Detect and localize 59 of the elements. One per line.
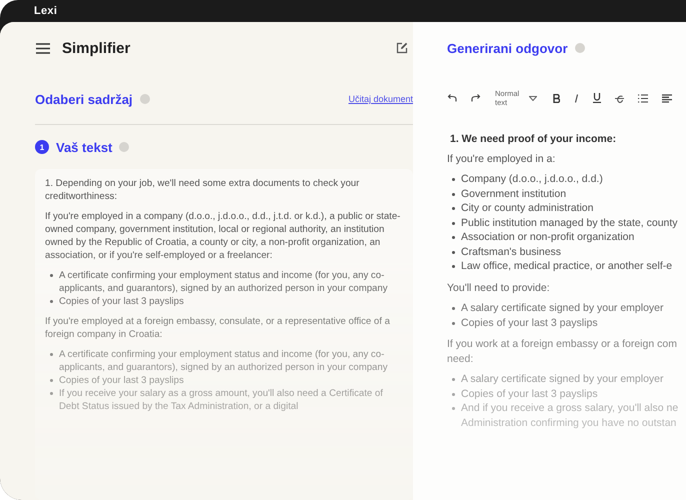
bullet-icon [50, 392, 53, 395]
list-item: Public institution managed by the state, county [461, 216, 678, 230]
bullet-icon [452, 378, 455, 381]
bullet-icon [50, 379, 53, 382]
bullet-icon [452, 250, 455, 254]
app-title: Simplifier [62, 40, 130, 56]
list-item: A salary certificate signed by your employer [461, 372, 664, 386]
list-item: Craftsman's business [461, 244, 562, 259]
paragraph: If you work at a foreign embassy or a foreign com need: [447, 337, 678, 366]
list-item: If you receive your salary as a gross amount, you'll also need a Certificate of Debt Status issued by the Tax Administration, or a digital [59, 387, 384, 413]
section-title: Odaberi sadržaj [35, 92, 133, 106]
underline-icon[interactable] [593, 93, 601, 103]
bold-icon[interactable] [553, 94, 560, 102]
italic-icon[interactable] [574, 94, 579, 102]
bullet-icon [452, 222, 455, 224]
list-item: A salary certificate signed by your employer [461, 301, 664, 316]
logo: Lexi [34, 5, 58, 17]
list-item: City or county administration [461, 201, 594, 216]
list-item: Government institution [461, 186, 566, 201]
bullet-icon [50, 274, 53, 277]
list-item: Association or non-profit organization [461, 230, 634, 244]
bullet-icon [452, 307, 455, 310]
list-item: Copies of your last 3 payslips [59, 374, 184, 387]
paragraph: If you're employed at a foreign embassy, consulate, or a representative office of a foreign company in Croatia: [45, 315, 391, 341]
edit-icon[interactable] [396, 42, 408, 54]
list-item: Copies of your last 3 payslips [461, 316, 598, 330]
menu-icon[interactable] [36, 42, 50, 54]
bullet-icon [452, 178, 455, 181]
caret-icon[interactable] [529, 96, 537, 100]
list-item: A certificate confirming your employment status and income (for you, any co-applicants, and guarantors), signed by an authorized person in your company [59, 348, 389, 374]
bullet-icon [452, 192, 455, 196]
bullet-icon [50, 353, 53, 356]
list-item: Copies of your last 3 payslips [461, 386, 598, 401]
strikethrough-icon[interactable] [615, 94, 624, 102]
undo-icon[interactable] [447, 94, 457, 102]
bullet-icon [452, 265, 455, 268]
step-title: Vaš tekst [56, 140, 112, 154]
bullet-icon [452, 392, 455, 396]
bullet-icon [452, 322, 455, 324]
bullet-icon [50, 300, 53, 303]
bullet-icon [452, 236, 455, 239]
step-number: 1 [35, 140, 49, 154]
list-item: Copies of your last 3 payslips [59, 295, 184, 308]
bullet-icon [452, 207, 455, 210]
list-icon[interactable] [638, 94, 648, 102]
list-item: Law office, medical practice, or another self-e [461, 259, 672, 274]
paragraph: You'll need to provide: [447, 280, 551, 295]
paragraph: If you're employed in a: [447, 152, 556, 166]
bullet-icon [452, 407, 455, 410]
panel-title: Generirani odgovor [447, 40, 568, 56]
paragraph: If you're employed in a company (d.o.o., j.d.o.o., d.d., j.t.d. or k.d.), a public or state-owned company, government institution, local or regional authority, an institution owned by the Republic of Croatia, a county or city, a non-profit organization, an association, or if you're self-employed or a freelancer: [45, 210, 402, 262]
list-item: And if you receive a gross salary, you'll also ne Administration confirming you have no outstan [461, 401, 678, 430]
upload-document-link[interactable]: Učitaj dokument [348, 94, 413, 104]
list-item: A certificate confirming your employment status and income (for you, any co-applicants, and guarantors), signed by an authorized person in your company [59, 269, 389, 295]
redo-icon[interactable] [471, 94, 481, 102]
heading: 1. We need proof of your income: [450, 132, 618, 146]
list-item: Company (d.o.o., j.d.o.o., d.d.) [461, 172, 603, 186]
align-icon[interactable] [662, 94, 672, 102]
paragraph: 1. Depending on your job, we'll need some extra documents to check your creditworthiness: [45, 177, 360, 203]
